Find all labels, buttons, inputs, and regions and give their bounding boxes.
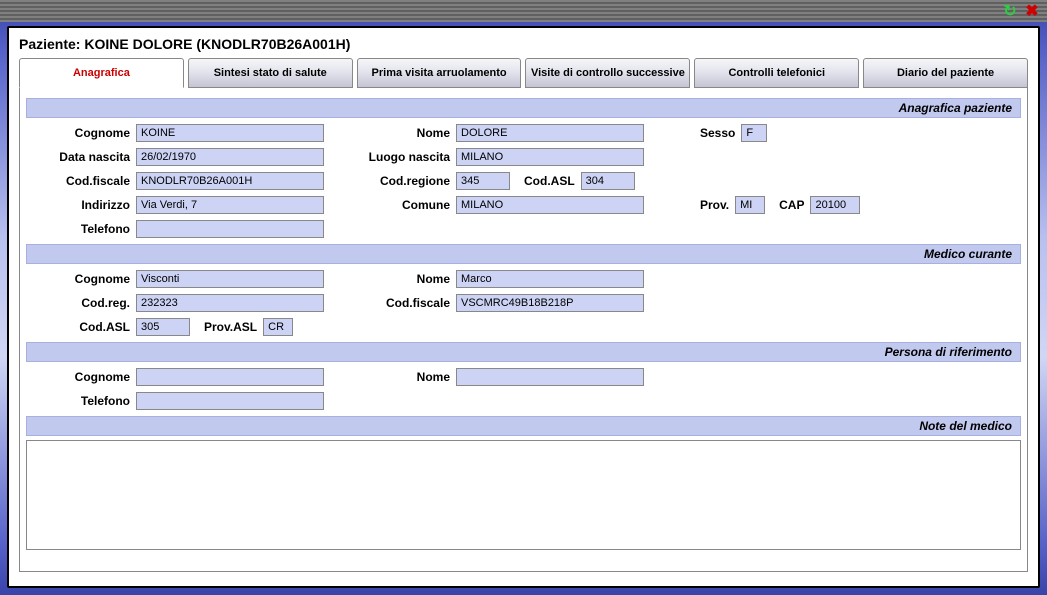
section-anagrafica-paziente: Anagrafica paziente xyxy=(26,98,1021,118)
label-medico-nome: Nome xyxy=(336,272,456,286)
label-indirizzo: Indirizzo xyxy=(26,198,136,212)
tab-controlli-telefonici[interactable]: Controlli telefonici xyxy=(694,58,859,88)
medico-codfiscale-input[interactable] xyxy=(456,294,644,312)
paziente-cognome-input[interactable] xyxy=(136,124,324,142)
paziente-luogo-nascita-input[interactable] xyxy=(456,148,644,166)
paziente-codasl-input[interactable] xyxy=(581,172,635,190)
paziente-cap-input[interactable] xyxy=(810,196,860,214)
section-persona-riferimento: Persona di riferimento xyxy=(26,342,1021,362)
label-medico-cognome: Cognome xyxy=(26,272,136,286)
main-window: Paziente: KOINE DOLORE (KNODLR70B26A001H… xyxy=(7,26,1040,588)
label-comune: Comune xyxy=(336,198,456,212)
label-telefono: Telefono xyxy=(26,222,136,236)
tab-panel: Anagrafica paziente Cognome Nome Sesso D… xyxy=(19,88,1028,572)
paziente-sesso-input[interactable] xyxy=(741,124,767,142)
label-medico-codfiscale: Cod.fiscale xyxy=(336,296,456,310)
medico-cognome-input[interactable] xyxy=(136,270,324,288)
label-cod-regione: Cod.regione xyxy=(336,174,456,188)
label-medico-codreg: Cod.reg. xyxy=(26,296,136,310)
label-medico-codasl: Cod.ASL xyxy=(26,320,136,334)
section-medico-curante: Medico curante xyxy=(26,244,1021,264)
label-rif-nome: Nome xyxy=(336,370,456,384)
rif-telefono-input[interactable] xyxy=(136,392,324,410)
label-prov: Prov. xyxy=(686,198,735,212)
label-rif-telefono: Telefono xyxy=(26,394,136,408)
note-textarea[interactable] xyxy=(26,440,1021,550)
rif-nome-input[interactable] xyxy=(456,368,644,386)
paziente-indirizzo-input[interactable] xyxy=(136,196,324,214)
tab-visite-controllo[interactable]: Visite di controllo successive xyxy=(525,58,690,88)
refresh-icon[interactable]: ↻ xyxy=(1001,2,1019,20)
medico-nome-input[interactable] xyxy=(456,270,644,288)
label-data-nascita: Data nascita xyxy=(26,150,136,164)
paziente-codfiscale-input[interactable] xyxy=(136,172,324,190)
label-sesso: Sesso xyxy=(686,126,741,140)
rif-cognome-input[interactable] xyxy=(136,368,324,386)
paziente-comune-input[interactable] xyxy=(456,196,644,214)
label-luogo-nascita: Luogo nascita xyxy=(336,150,456,164)
paziente-telefono-input[interactable] xyxy=(136,220,324,238)
medico-codreg-input[interactable] xyxy=(136,294,324,312)
paziente-data-nascita-input[interactable] xyxy=(136,148,324,166)
medico-codasl-input[interactable] xyxy=(136,318,190,336)
tab-sintesi[interactable]: Sintesi stato di salute xyxy=(188,58,353,88)
section-note-medico: Note del medico xyxy=(26,416,1021,436)
label-cod-asl: Cod.ASL xyxy=(510,174,581,188)
tab-prima-visita[interactable]: Prima visita arruolamento xyxy=(357,58,522,88)
paziente-codregione-input[interactable] xyxy=(456,172,510,190)
tab-anagrafica[interactable]: Anagrafica xyxy=(19,58,184,88)
label-cap: CAP xyxy=(765,198,810,212)
tab-strip: Anagrafica Sintesi stato di salute Prima… xyxy=(19,58,1028,88)
medico-provasl-input[interactable] xyxy=(263,318,293,336)
label-nome: Nome xyxy=(336,126,456,140)
label-rif-cognome: Cognome xyxy=(26,370,136,384)
titlebar: ↻ ✖ xyxy=(0,0,1047,22)
paziente-prov-input[interactable] xyxy=(735,196,765,214)
label-cognome: Cognome xyxy=(26,126,136,140)
paziente-nome-input[interactable] xyxy=(456,124,644,142)
patient-header: Paziente: KOINE DOLORE (KNODLR70B26A001H… xyxy=(19,36,1028,52)
tab-diario[interactable]: Diario del paziente xyxy=(863,58,1028,88)
close-icon[interactable]: ✖ xyxy=(1023,2,1041,20)
label-cod-fiscale: Cod.fiscale xyxy=(26,174,136,188)
label-medico-provasl: Prov.ASL xyxy=(190,320,263,334)
